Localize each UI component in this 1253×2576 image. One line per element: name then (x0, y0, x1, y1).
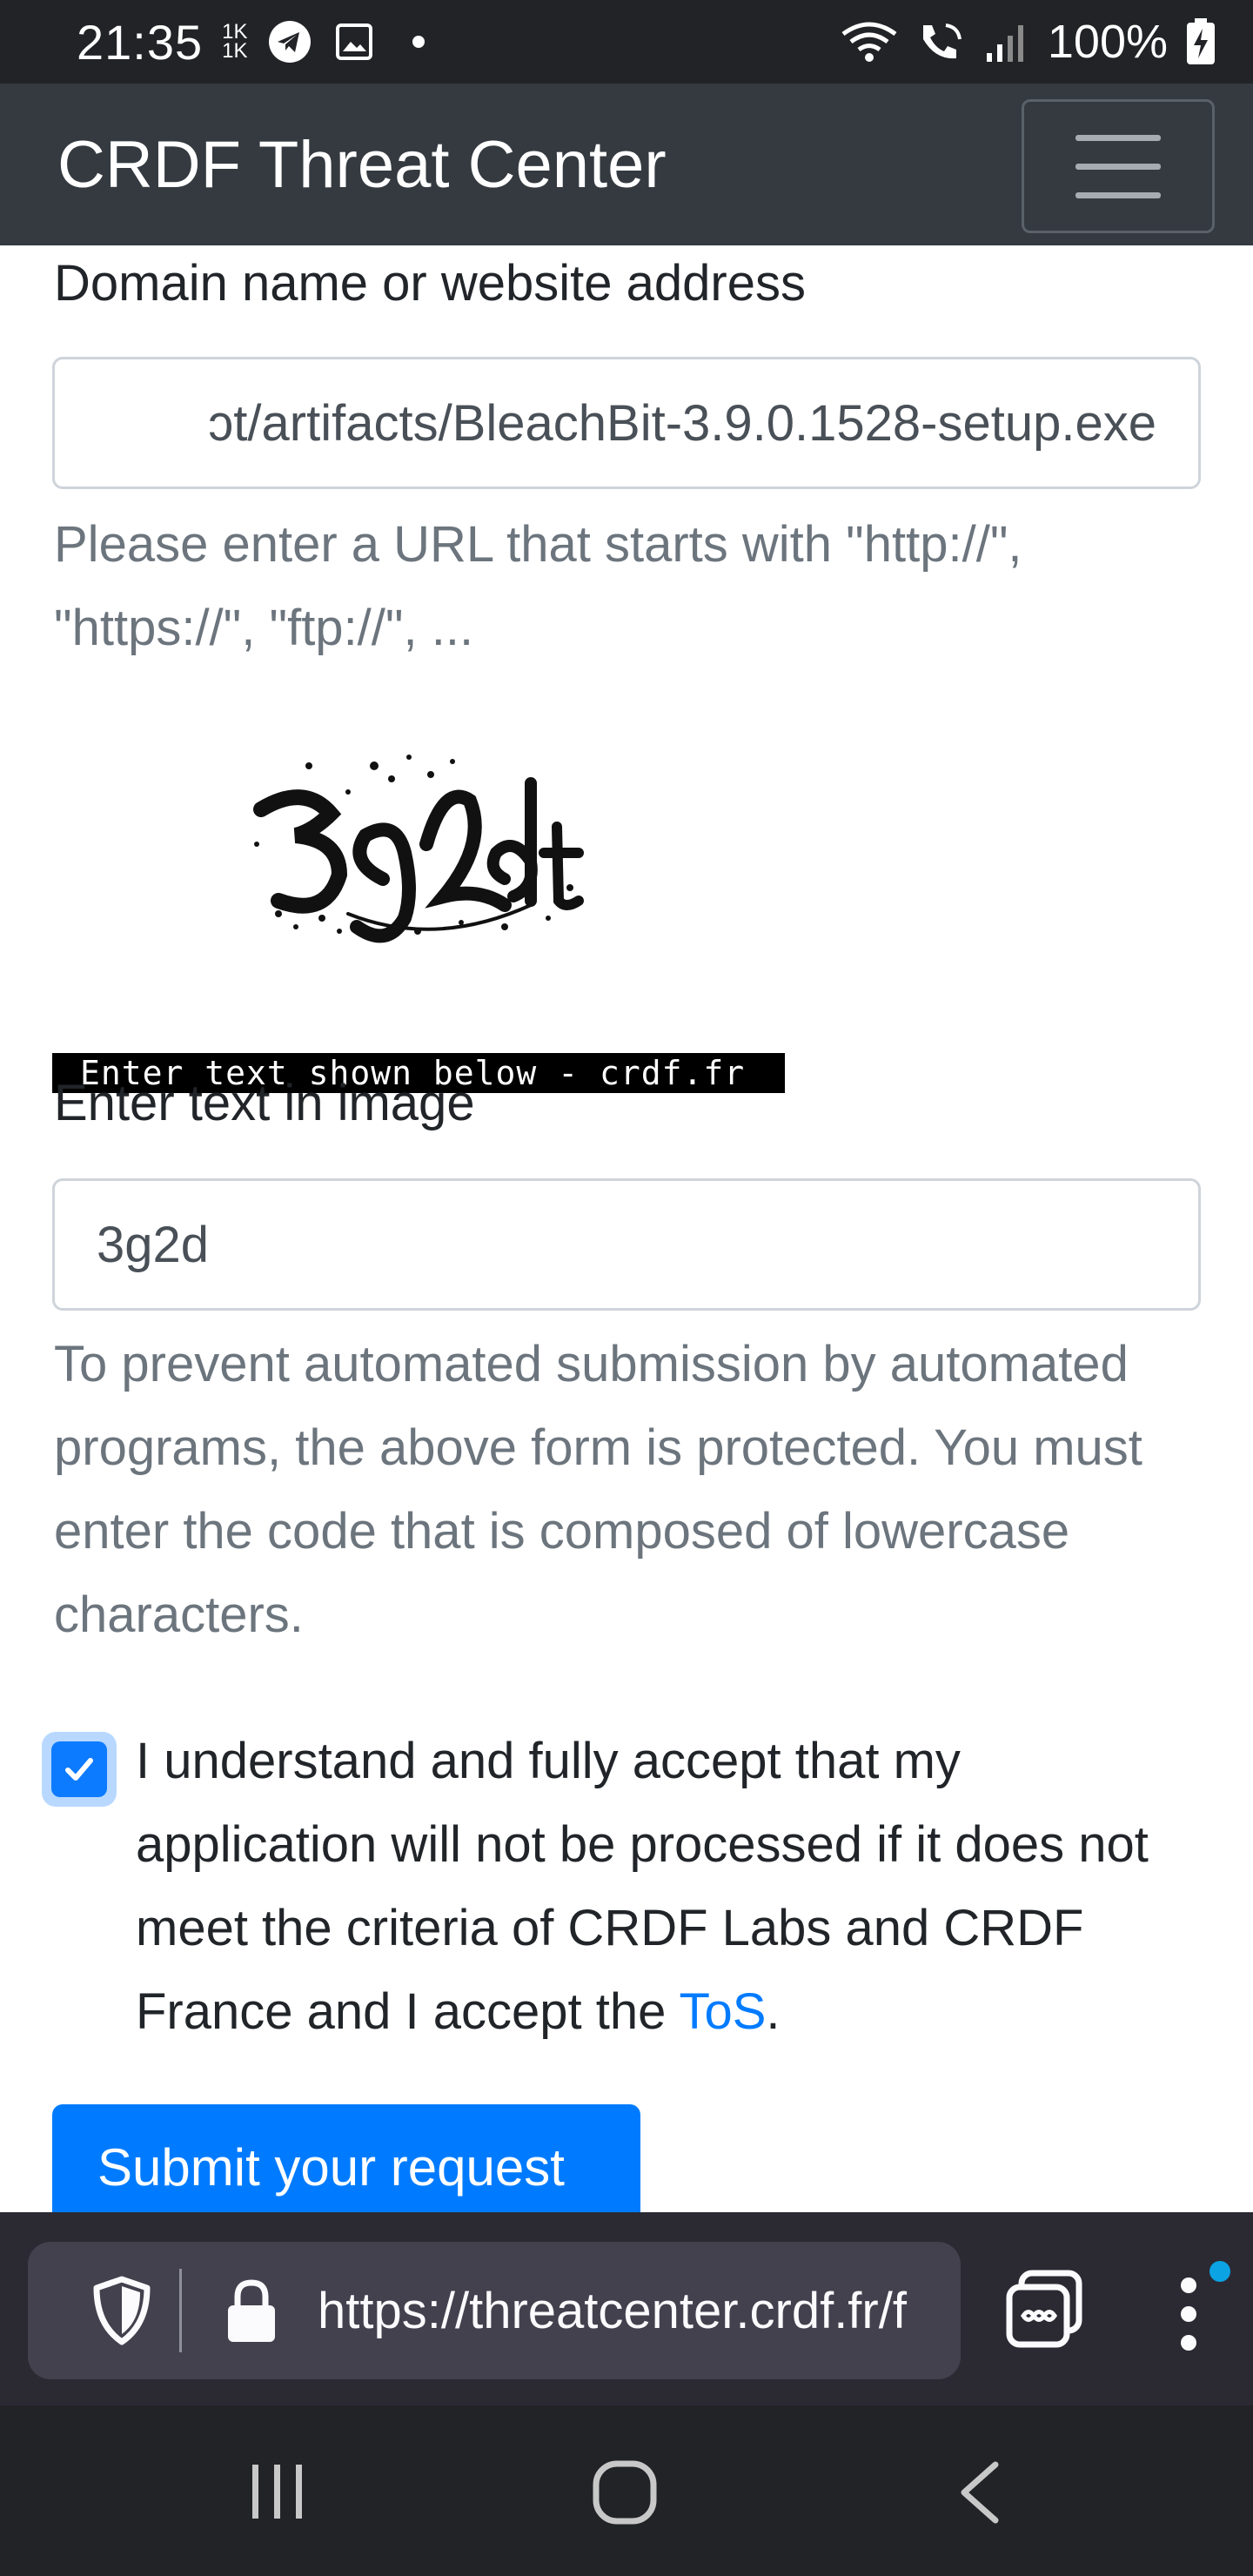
domain-input[interactable]: ɔt/artifacts/BleachBit-3.9.0.1528-setup.… (52, 357, 1201, 489)
shield-icon[interactable] (82, 2271, 162, 2351)
captcha-input[interactable]: 3g2d (52, 1178, 1201, 1311)
volte-call-icon (915, 19, 968, 64)
terms-checkbox[interactable] (42, 1732, 117, 1807)
home-icon[interactable] (592, 2459, 658, 2526)
tabs-icon[interactable] (1004, 2270, 1084, 2350)
gallery-icon (332, 19, 377, 64)
form-content: Domain name or website address ɔt/artifa… (0, 245, 1253, 2212)
wifi-icon (839, 19, 900, 64)
navbar-brand[interactable]: CRDF Threat Center (57, 127, 667, 203)
submit-button[interactable]: Submit your request (52, 2104, 640, 2212)
hamburger-icon (1075, 134, 1161, 141)
battery-percent: 100% (1047, 16, 1168, 68)
terms-label: I understand and fully accept that my ap… (136, 1720, 1206, 2054)
notification-dot (1209, 2261, 1230, 2282)
hamburger-menu-button[interactable] (1022, 99, 1215, 233)
domain-label: Domain name or website address (54, 255, 806, 312)
status-bar: 21:35 1K 1K 100% (0, 0, 1253, 84)
data-speed-indicator: 1K 1K (222, 20, 248, 63)
terms-end: . (766, 1983, 781, 2040)
signal-icon (983, 19, 1032, 64)
navbar: CRDF Threat Center (0, 84, 1253, 245)
dot-icon (396, 19, 441, 64)
android-nav-bar (0, 2405, 1253, 2576)
checkmark-icon (51, 1741, 107, 1797)
url-bar[interactable]: https://threatcenter.crdf.fr/f (28, 2242, 961, 2379)
captcha-label: Enter text in image (54, 1075, 475, 1131)
back-icon[interactable] (954, 2459, 1002, 2526)
browser-toolbar: https://threatcenter.crdf.fr/f (0, 2212, 1253, 2405)
captcha-help-text: To prevent automated submission by autom… (54, 1336, 1142, 1643)
url-text[interactable]: https://threatcenter.crdf.fr/f (318, 2282, 907, 2340)
more-options-icon[interactable] (1154, 2275, 1223, 2353)
lock-icon[interactable] (220, 2276, 283, 2345)
status-time: 21:35 (77, 14, 204, 70)
domain-help-text: Please enter a URL that starts with "htt… (54, 516, 1022, 656)
captcha-graphic (253, 755, 584, 943)
tos-link[interactable]: ToS (679, 1983, 766, 2040)
terms-text: I understand and fully accept that my ap… (136, 1733, 1149, 2040)
url-divider (179, 2269, 182, 2352)
recent-apps-icon[interactable] (247, 2461, 308, 2522)
telegram-icon (267, 19, 312, 64)
battery-charging-icon (1183, 18, 1218, 64)
